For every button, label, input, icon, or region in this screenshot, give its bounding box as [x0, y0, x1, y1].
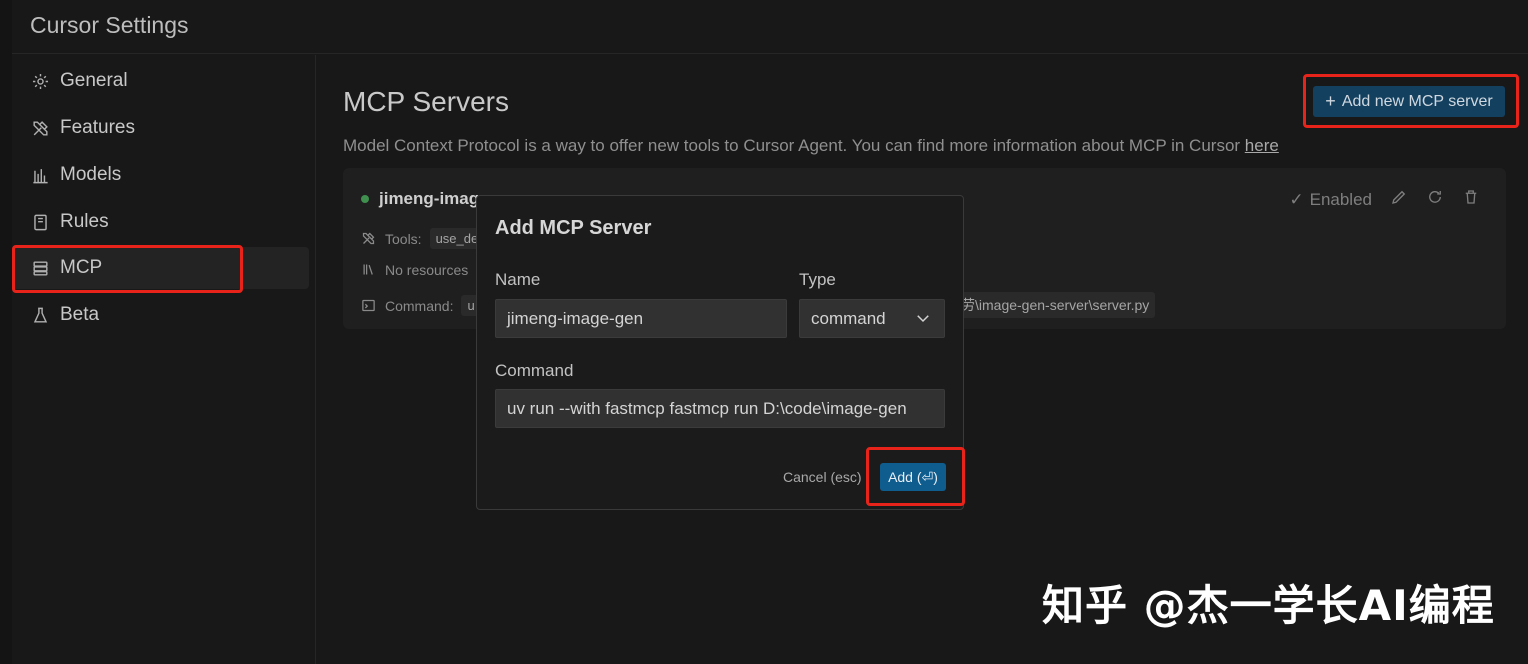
sidebar-item-label: Features: [60, 117, 135, 138]
terminal-icon: [361, 298, 377, 314]
add-mcp-server-button[interactable]: + Add new MCP server: [1313, 86, 1505, 117]
command-label: Command:: [385, 297, 454, 314]
sidebar-item-label: MCP: [60, 257, 103, 278]
server-icon: [30, 258, 50, 278]
command-value: 劳\image-gen-server\server.py: [955, 292, 1156, 318]
window-title: Cursor Settings: [30, 12, 189, 38]
tools-row: Tools: use_de: [361, 228, 485, 249]
plus-icon: +: [1325, 91, 1336, 111]
command-row: Command: u: [361, 295, 481, 316]
status-dot: [361, 195, 369, 203]
trash-icon[interactable]: [1462, 188, 1480, 211]
watermark-text: 知乎 @杰一学长AI编程: [1042, 581, 1495, 630]
sidebar-item-beta[interactable]: Beta: [12, 294, 309, 336]
command-field-label: Command: [495, 361, 574, 380]
sidebar-item-rules[interactable]: Rules: [12, 201, 309, 243]
command-input[interactable]: uv run --with fastmcp fastmcp run D:\cod…: [495, 389, 945, 428]
add-mcp-server-dialog: Add MCP Server Name jimeng-image-gen Typ…: [476, 195, 964, 510]
resources-row: No resources: [361, 262, 468, 278]
type-label: Type: [799, 270, 836, 289]
page-description: Model Context Protocol is a way to offer…: [343, 136, 1279, 156]
dialog-title: Add MCP Server: [495, 217, 652, 239]
add-button-label: Add new MCP server: [1341, 92, 1493, 110]
name-label: Name: [495, 270, 541, 289]
edit-icon[interactable]: [1390, 188, 1408, 211]
server-name: jimeng-imag: [379, 189, 480, 208]
sidebar-item-mcp[interactable]: MCP: [12, 247, 309, 289]
check-icon: ✓: [1289, 189, 1304, 209]
cancel-button[interactable]: Cancel (esc): [783, 469, 862, 485]
description-text: Model Context Protocol is a way to offer…: [343, 136, 1245, 155]
tools-label: Tools:: [385, 230, 422, 247]
flask-icon: [30, 305, 50, 325]
sidebar-item-label: Models: [60, 164, 122, 185]
sidebar: General Features Models Rules MCP Beta: [12, 55, 316, 664]
library-icon: [361, 262, 377, 278]
type-select-value: command: [811, 308, 886, 328]
refresh-icon[interactable]: [1426, 188, 1444, 211]
more-info-link[interactable]: here: [1245, 136, 1279, 155]
sidebar-item-general[interactable]: General: [12, 60, 309, 102]
resources-text: No resources: [385, 262, 469, 278]
enabled-label: Enabled: [1309, 189, 1372, 209]
sidebar-item-label: Rules: [60, 211, 109, 232]
card-actions: ✓ Enabled: [1289, 188, 1480, 211]
name-input[interactable]: jimeng-image-gen: [495, 299, 787, 338]
title-bar: Cursor Settings: [12, 0, 1528, 54]
gear-icon: [30, 71, 50, 91]
bar-chart-icon: [30, 165, 50, 185]
enabled-toggle[interactable]: ✓ Enabled: [1289, 190, 1372, 210]
tools-icon: [30, 118, 50, 138]
chevron-down-icon: [917, 315, 929, 323]
page-title: MCP Servers: [343, 86, 509, 117]
sidebar-item-label: Beta: [60, 304, 100, 325]
sidebar-item-label: General: [60, 70, 128, 91]
sidebar-item-models[interactable]: Models: [12, 154, 309, 196]
tools-icon: [361, 231, 377, 247]
type-select[interactable]: command: [799, 299, 945, 338]
book-icon: [30, 212, 50, 232]
sidebar-item-features[interactable]: Features: [12, 107, 309, 149]
add-button[interactable]: Add (⏎): [880, 463, 946, 491]
